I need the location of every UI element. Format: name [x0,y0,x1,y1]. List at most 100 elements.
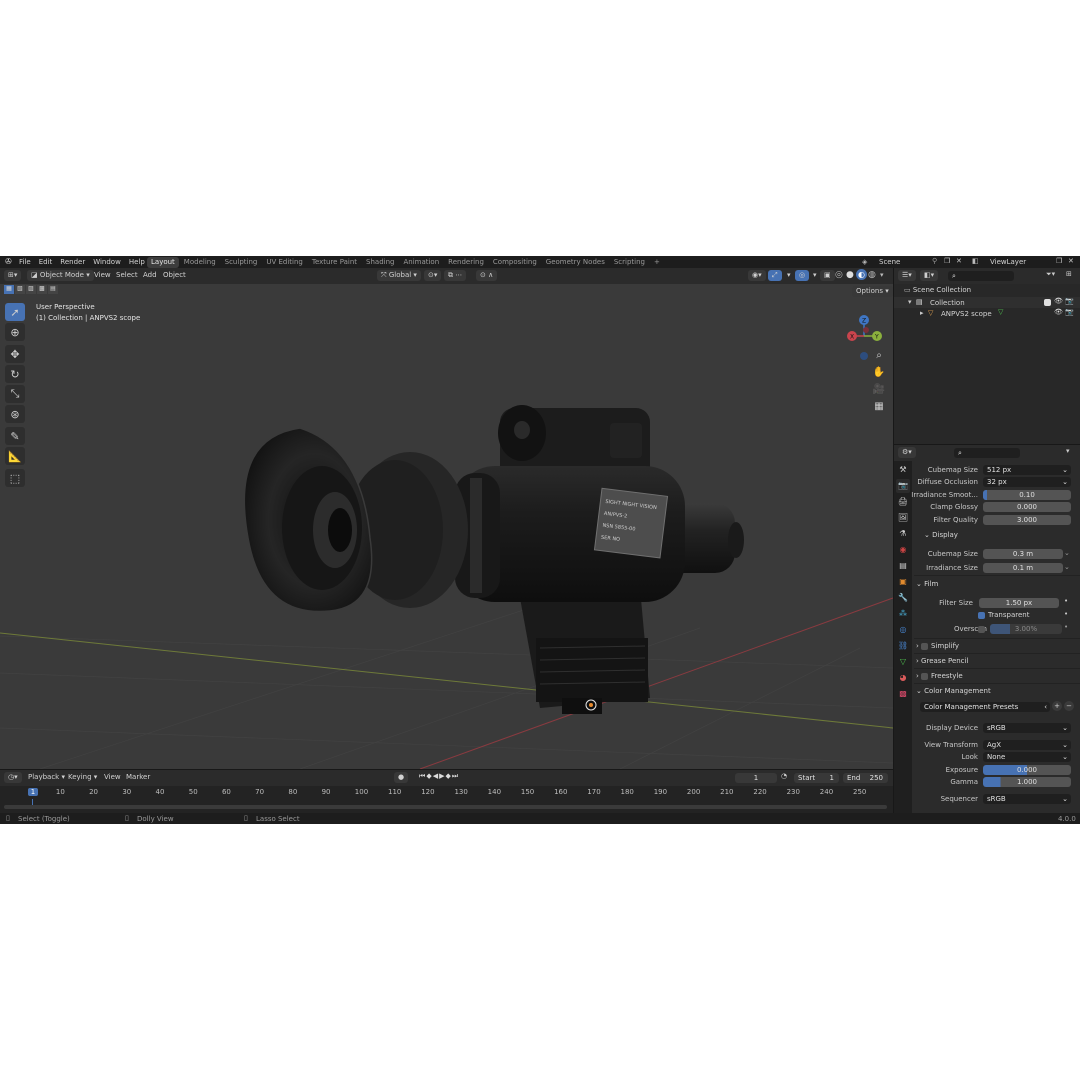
freestyle-panel-header[interactable]: › Freestyle [916,672,963,680]
display-mode-icon[interactable]: ◧▾ [920,270,939,281]
wireframe-shading-icon[interactable]: ◎ [835,270,843,280]
select-subtract-icon[interactable]: ▨ [26,285,36,294]
keyframe-dot-icon[interactable]: • [1064,610,1068,618]
move-tool[interactable]: ✥ [5,345,25,363]
tab-texture-paint[interactable]: Texture Paint [308,257,361,268]
filter-quality-field[interactable]: 3.000 [983,515,1071,525]
transparent-checkbox[interactable] [978,611,985,619]
add-cube-tool[interactable]: ⬚ [5,469,25,487]
timeline-menu-view[interactable]: View [104,773,121,781]
anpvs2-scope-model[interactable]: SIGHT NIGHT VISION AN/PVS-2 NSN 5855-00 … [243,405,744,714]
add-workspace-button[interactable]: + [650,257,664,268]
delete-view-layer-icon[interactable]: ✕ [1068,257,1074,265]
viewport-menu-select[interactable]: Select [116,271,138,279]
keyframe-dot-icon[interactable]: • [1064,623,1068,631]
select-new-icon[interactable]: ▦ [4,285,14,294]
snap-icon[interactable]: ⧉ ⋯ [444,270,467,281]
overscan-checkbox[interactable] [978,626,985,633]
tab-layout[interactable]: Layout [147,257,179,268]
object-visibility-icon[interactable]: 👁 [1054,308,1063,316]
color-management-presets-dropdown[interactable]: Color Management Presets ‹ [920,702,1050,712]
object-tab-icon[interactable]: ▣ [896,575,910,589]
pivot-point-icon[interactable]: ⊙▾ [424,270,442,281]
viewport-menu-add[interactable]: Add [143,271,157,279]
select-invert-icon[interactable]: ▩ [37,285,47,294]
rotate-tool[interactable]: ↻ [5,365,25,383]
view-layer-name[interactable]: ViewLayer [990,258,1026,266]
annotate-tool[interactable]: ✎ [5,427,25,445]
tab-sculpting[interactable]: Sculpting [221,257,262,268]
cubemap-size-dropdown[interactable]: 512 px ⌄ [983,465,1071,475]
jump-end-icon[interactable]: ⏭ [452,772,459,780]
select-extend-icon[interactable]: ▧ [15,285,25,294]
world-tab-icon[interactable]: ◉ [896,543,910,557]
render-tab-icon[interactable]: 📷 [896,479,910,493]
overscan-field[interactable]: 3.00% [990,624,1062,634]
expand-object-icon[interactable]: ▸ [920,309,924,317]
timeline-menu-playback[interactable]: Playback ▾ [28,773,65,781]
properties-editor-icon[interactable]: ⚙▾ [898,447,916,458]
material-tab-icon[interactable]: ◕ [896,671,910,685]
outliner-collection-row[interactable]: ▾ ▤ Collection 👁 📷 [894,297,1080,308]
add-preset-icon[interactable]: + [1052,701,1062,711]
3d-viewport[interactable]: SIGHT NIGHT VISION AN/PVS-2 NSN 5855-00 … [0,268,893,769]
outliner-editor-icon[interactable]: ☰▾ [898,270,916,281]
menu-edit[interactable]: Edit [39,258,53,266]
timeline-menu-keying[interactable]: Keying ▾ [68,773,97,781]
outliner-object-row[interactable]: ▸ ▽ ANPVS2 scope ▽ 👁 📷 [894,308,1080,319]
outliner-editor[interactable]: ☰▾ ◧▾ ⌕ ⏷▾ ⊞ ▭ Scene Collection ▾ ▤ Coll… [894,268,1080,444]
irradiance-smooth-slider[interactable]: 0.10 [983,490,1071,500]
material-preview-shading-icon[interactable]: ◐ [856,269,867,280]
simplify-panel-header[interactable]: › Simplify [916,642,959,650]
film-panel-header[interactable]: ⌄ Film [916,580,938,588]
tab-rendering[interactable]: Rendering [444,257,488,268]
simplify-checkbox[interactable] [921,642,929,650]
display-subpanel-header[interactable]: ⌄ Display [924,531,958,539]
perspective-toggle-icon[interactable]: ▦ [871,399,887,415]
collection-visibility-icon[interactable]: 👁 [1054,297,1063,305]
clamp-glossy-field[interactable]: 0.000 [983,502,1071,512]
tab-animation[interactable]: Animation [399,257,443,268]
measure-tool[interactable]: 📐 [5,447,25,465]
blender-logo-icon[interactable]: ✇ [5,257,12,266]
freestyle-checkbox[interactable] [921,672,929,680]
gizmo-dropdown-icon[interactable]: ▾ [783,270,795,281]
physics-tab-icon[interactable]: ◎ [896,623,910,637]
tab-uv-editing[interactable]: UV Editing [262,257,307,268]
properties-editor[interactable]: ⚙▾ ⌕ ▾ ⚒ 📷 🖨 🖼 ⚗ ◉ ▤ ▣ 🔧 ⁂ ◎ ⛓ ▽ ◕ ▩ Cub… [894,445,1080,813]
display-device-dropdown[interactable]: sRGB ⌄ [983,723,1071,733]
timeline-ruler[interactable]: 1 10 20 30 40 50 60 70 80 90 100 110 120 130 140 150 160… [0,787,893,799]
tab-geometry-nodes[interactable]: Geometry Nodes [542,257,609,268]
constraints-tab-icon[interactable]: ⛓ [896,639,910,653]
select-intersect-icon[interactable]: ▤ [48,285,58,294]
outliner-scene-collection-row[interactable]: ▭ Scene Collection [904,286,971,294]
sequencer-dropdown[interactable]: sRGB ⌄ [983,794,1071,804]
scene-name[interactable]: Scene [879,258,900,266]
exposure-slider[interactable]: 0.000 [983,765,1071,775]
view-layer-tab-icon[interactable]: 🖼 [896,511,910,525]
auto-keying-icon[interactable]: ● [394,772,409,783]
transparent-checkbox-row[interactable]: Transparent [978,611,1029,619]
gizmo-toggle-icon[interactable]: ⤢ [768,270,782,281]
tool-tab-icon[interactable]: ⚒ [896,463,910,477]
diffuse-occlusion-dropdown[interactable]: 32 px ⌄ [983,477,1071,487]
timeline-editor[interactable]: ◷▾ Playback ▾ Keying ▾ View Marker ● ⏮◆◀… [0,770,893,814]
outliner-search-input[interactable]: ⌕ [948,271,1014,281]
delete-scene-icon[interactable]: ✕ [956,257,962,265]
pin-icon[interactable]: ⚲ [932,257,937,265]
menu-help[interactable]: Help [129,258,145,266]
transform-orientation[interactable]: ⤧ Global ▾ [377,270,421,281]
tab-compositing[interactable]: Compositing [489,257,541,268]
timeline-editor-icon[interactable]: ◷▾ [4,772,22,783]
new-view-layer-icon[interactable]: ❐ [1056,257,1062,265]
viewport-menu-view[interactable]: View [94,271,111,279]
menu-file[interactable]: File [19,258,31,266]
remove-preset-icon[interactable]: − [1064,701,1074,711]
properties-options-icon[interactable]: ▾ [1066,447,1070,455]
options-button[interactable]: Options ▾ [852,286,893,297]
collection-tab-icon[interactable]: ▤ [896,559,910,573]
editor-type-icon[interactable]: ⊞▾ [4,270,22,281]
gamma-slider[interactable]: 1.000 [983,777,1071,787]
new-scene-icon[interactable]: ❐ [944,257,950,265]
overlay-toggle-icon[interactable]: ◎ [795,270,810,281]
